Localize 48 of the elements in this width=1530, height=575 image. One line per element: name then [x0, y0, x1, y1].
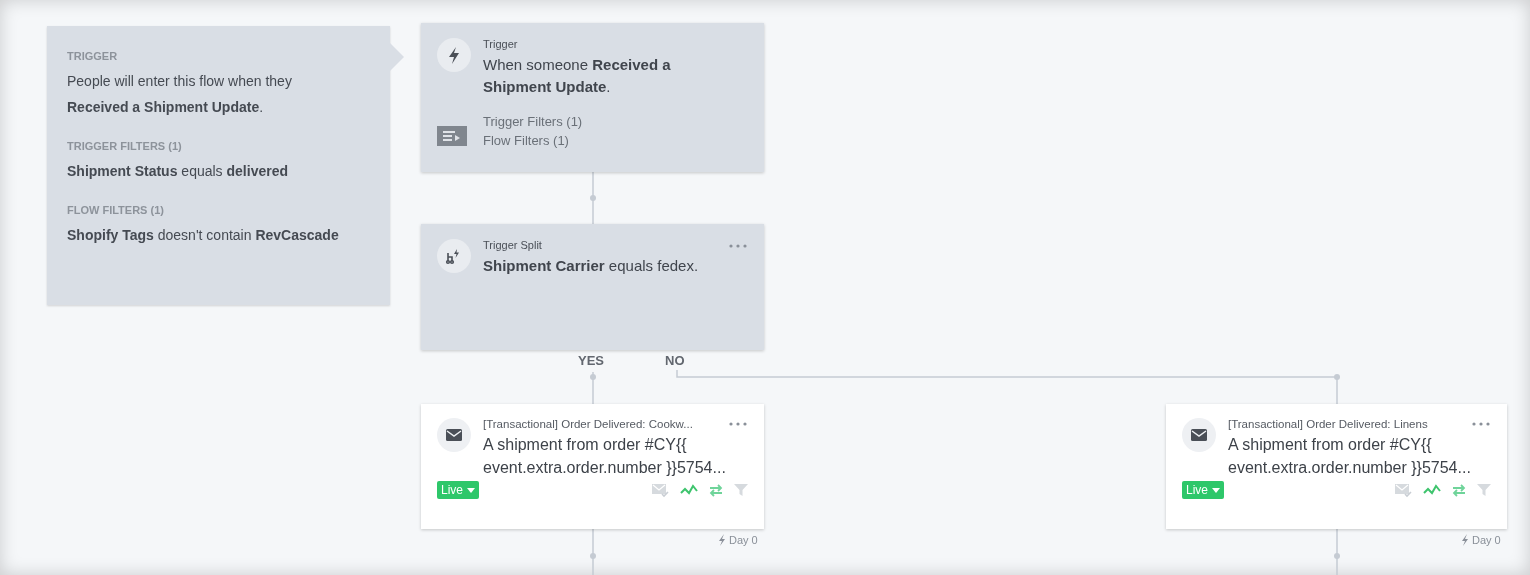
- delay-label: Day 0: [729, 534, 758, 546]
- section-text: Shipment Status equals delivered: [67, 162, 289, 181]
- email-preview: A shipment from order #CY{{ event.extra.order.number }}5754...: [483, 435, 727, 478]
- email-node[interactable]: [Transactional] Order Delivered: Cookw... A shipment from order #CY{{ event.extra.order.number }}5754... Live: [421, 404, 764, 529]
- connector-line: [1334, 528, 1340, 575]
- section-heading: TRIGGER FILTERS (1): [67, 140, 183, 152]
- connector-line: [590, 171, 596, 225]
- lightning-icon: [718, 534, 726, 546]
- email-title: [Transactional] Order Delivered: Linens: [1228, 418, 1428, 430]
- caret-icon: [1212, 487, 1220, 493]
- email-node[interactable]: [Transactional] Order Delivered: Linens A shipment from order #CY{{ event.extra.order.number }}5754... Live: [1166, 404, 1507, 529]
- email-preview: A shipment from order #CY{{ event.extra.order.number }}5754...: [1228, 435, 1472, 478]
- envelope-icon: [1182, 418, 1216, 452]
- envelope-icon: [437, 418, 471, 452]
- delay-label: Day 0: [1472, 534, 1501, 546]
- filter-icon: [1477, 483, 1491, 497]
- filter-icon: [734, 483, 748, 497]
- filter-count: Flow Filters (1): [483, 132, 570, 150]
- more-icon: [728, 243, 748, 249]
- lightning-icon: [1461, 534, 1469, 546]
- lightning-icon: [437, 38, 471, 72]
- email-title: [Transactional] Order Delivered: Cookw...: [483, 418, 693, 430]
- sync-arrows-icon: [1451, 482, 1467, 498]
- node-text: Shipment Carrier equals fedex.: [483, 256, 700, 276]
- section-text: People will enter this flow when they Received a Shipment Update.: [67, 72, 293, 117]
- envelope-check-icon: [652, 482, 670, 498]
- connector-line: [590, 528, 596, 575]
- envelope-check-icon: [1395, 482, 1413, 498]
- filter-count: Trigger Filters (1): [483, 113, 583, 131]
- more-icon: [728, 421, 748, 427]
- connector-line: [590, 371, 596, 405]
- trend-line-icon: [680, 483, 698, 497]
- filter-list-icon: [437, 126, 467, 146]
- branch-label: YES: [578, 353, 604, 368]
- trigger-node[interactable]: Trigger When someone Received a Shipment Update. Trigger Filters (1) Flow Filters (1): [421, 23, 764, 172]
- node-label: Trigger: [483, 38, 519, 50]
- section-heading: TRIGGER: [67, 50, 119, 62]
- node-text: When someone Received a Shipment Update.: [483, 55, 672, 97]
- section-text: Shopify Tags doesn't contain RevCascade: [67, 226, 340, 245]
- sync-arrows-icon: [708, 482, 724, 498]
- split-icon: [437, 239, 471, 273]
- node-label: Trigger Split: [483, 239, 543, 251]
- trend-line-icon: [1423, 483, 1441, 497]
- more-icon: [1471, 421, 1491, 427]
- branch-label: NO: [665, 353, 685, 368]
- split-node[interactable]: Trigger Split Shipment Carrier equals fedex.: [421, 224, 764, 350]
- section-heading: FLOW FILTERS (1): [67, 204, 165, 216]
- caret-icon: [467, 487, 475, 493]
